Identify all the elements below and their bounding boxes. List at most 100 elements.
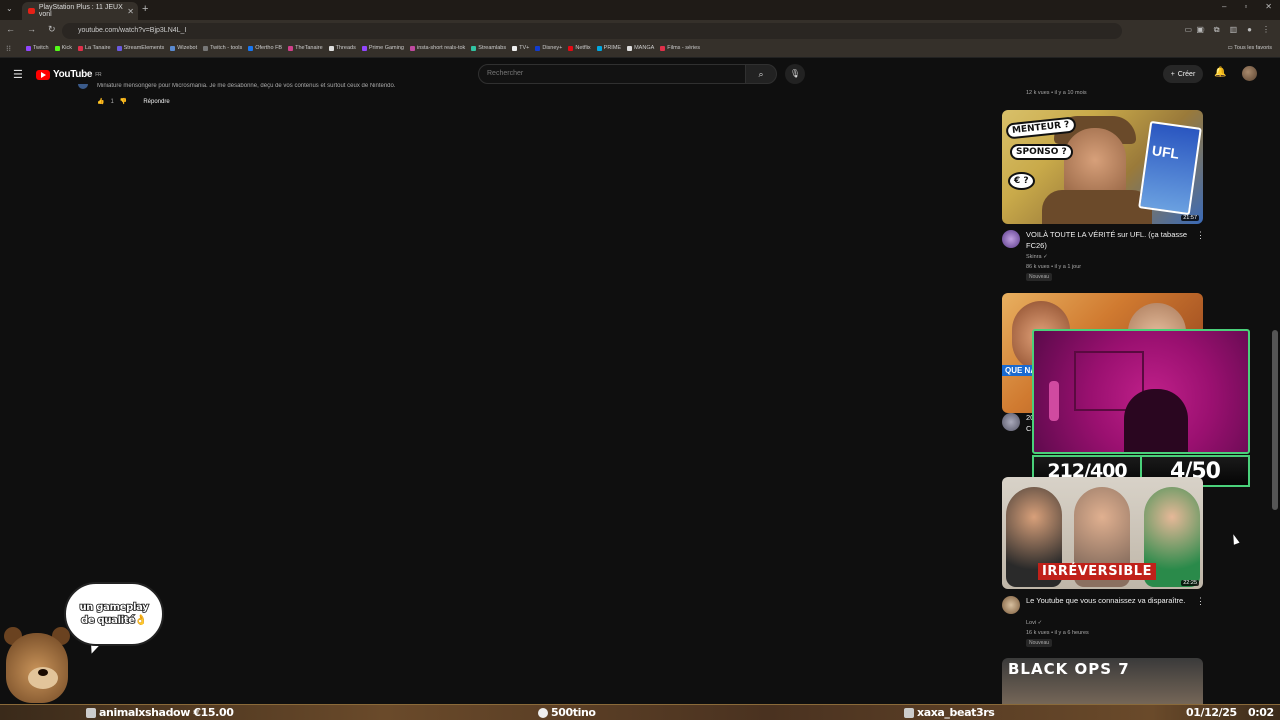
video-duration: 22:25 xyxy=(1181,580,1199,586)
speech-bubble: un gameplay de qualité👌 xyxy=(64,582,164,646)
account-avatar[interactable] xyxy=(1242,66,1257,81)
maximize-icon[interactable]: ▫ xyxy=(1244,2,1247,11)
bear-mascot xyxy=(0,625,72,707)
verified-icon: ✓ xyxy=(1043,254,1048,260)
bookmark-streamlabs[interactable]: Streamlabs xyxy=(471,45,506,51)
thumbnail-bubble: SPONSO ? xyxy=(1010,144,1073,160)
bookmark-twitch-tools[interactable]: Twitch - tools xyxy=(203,45,242,51)
hamburger-menu-icon[interactable]: ☰ xyxy=(13,68,23,81)
latest-sub: xaxa_beat3rs xyxy=(904,706,995,719)
sub-icon xyxy=(904,707,914,718)
donation-icon xyxy=(86,707,96,718)
kebab-menu-icon[interactable]: ⋮ xyxy=(1262,25,1270,35)
bookmark-manga[interactable]: MANGA xyxy=(627,45,654,51)
bookmark-wizebot[interactable]: Wizebot xyxy=(170,45,197,51)
bookmark-films-series[interactable]: Films - séries xyxy=(660,45,700,51)
comment-actions: 👍 1 👎 Répondre xyxy=(97,98,170,106)
bookmark-la-tanaire[interactable]: La Tanaire xyxy=(77,45,111,51)
bookmark-ofertho-fb[interactable]: Ofertho FB xyxy=(248,45,282,51)
mic-icon: 🎙 xyxy=(789,69,801,78)
channel-avatar[interactable] xyxy=(1002,596,1020,614)
stream-ticker: animalxshadow €15.00 500tino xaxa_beat3r… xyxy=(0,704,1280,720)
follow-icon xyxy=(538,707,548,718)
close-window-icon[interactable]: ✕ xyxy=(1265,2,1272,11)
latest-follow: 500tino xyxy=(538,706,596,719)
apps-grid-icon[interactable]: ⁝⁝ xyxy=(6,44,11,53)
notifications-bell-icon[interactable]: 🔔 xyxy=(1214,67,1226,78)
comment-text: Miniature mensongère pour Microsmania. J… xyxy=(97,83,396,89)
ticker-date: 01/12/25 xyxy=(1186,706,1237,719)
bookmark-insta-short[interactable]: insta-short reals-tok xyxy=(409,45,465,51)
sidebar-icon[interactable]: ▥ xyxy=(1230,25,1238,35)
page-scrollbar[interactable] xyxy=(1272,64,1278,704)
like-count: 1 xyxy=(110,98,114,105)
create-button[interactable]: + Créer xyxy=(1163,65,1203,83)
bookmark-disney[interactable]: Disney+ xyxy=(535,45,562,51)
new-tab-icon[interactable]: + xyxy=(142,3,148,15)
minimize-icon[interactable]: – xyxy=(1222,2,1226,11)
profile-icon[interactable]: ● xyxy=(1247,25,1252,35)
thumbnail-bubble: € ? xyxy=(1008,172,1035,190)
video-stats: 16 k vues • il y a 6 heures xyxy=(1026,630,1089,636)
forward-icon[interactable]: → xyxy=(27,24,36,35)
reload-icon[interactable]: ↻ xyxy=(48,24,56,35)
video-title[interactable]: VOILÀ TOUTE LA VÉRITÉ sur UFL. (ça tabas… xyxy=(1026,230,1196,251)
back-icon[interactable]: ← xyxy=(6,24,15,35)
mouse-cursor-icon xyxy=(1230,533,1240,545)
video-stats: 86 k vues • il y a 1 jour xyxy=(1026,264,1082,270)
commenter-avatar[interactable] xyxy=(78,84,88,89)
thumbnail-text: IRRÉVERSIBLE xyxy=(1038,563,1156,580)
bookmark-prime-gaming[interactable]: Prime Gaming xyxy=(361,45,404,51)
new-badge: Nouveau xyxy=(1026,273,1053,281)
install-icon[interactable]: ▭ xyxy=(1185,25,1193,34)
url-field[interactable]: youtube.com/watch?v=Bjp3LN4L_I xyxy=(62,23,1122,39)
youtube-logo[interactable]: YouTube FR xyxy=(36,69,102,80)
tab-search-icon[interactable]: ⌄ xyxy=(6,4,13,13)
browser-tab[interactable]: PlayStation Plus : 11 JEUX vonl ✕ xyxy=(22,2,138,20)
video-duration: 21:57 xyxy=(1181,215,1199,221)
video-more-icon[interactable]: ⋮ xyxy=(1196,230,1205,241)
bookmark-thetanaire[interactable]: TheTanaire xyxy=(288,45,323,51)
streamer-webcam xyxy=(1032,329,1250,454)
reply-button[interactable]: Répondre xyxy=(143,99,169,105)
extension-icon[interactable]: ▣ xyxy=(1196,25,1204,35)
search-input[interactable]: Rechercher xyxy=(478,64,746,84)
puzzle-icon[interactable]: ⧉ xyxy=(1214,25,1220,35)
youtube-favicon-icon xyxy=(28,8,35,14)
channel-avatar[interactable] xyxy=(1002,413,1020,431)
ticker-time: 0:02 xyxy=(1248,706,1274,719)
bookmarks-bar: ⁝⁝ Twitch Kick La Tanaire StreamElements… xyxy=(0,42,1280,58)
like-icon[interactable]: 👍 xyxy=(97,98,104,105)
all-bookmarks-folder[interactable]: ▭ Tous les favoris xyxy=(1227,45,1272,51)
search-button[interactable]: ⌕ xyxy=(745,64,777,84)
video-thumbnail[interactable]: UFL MENTEUR ? SPONSO ? € ? 21:57 xyxy=(1002,110,1203,224)
bubble-line: de qualité👌 xyxy=(80,614,148,627)
address-toolbar: ← → ↻ youtube.com/watch?v=Bjp3LN4L_I ▭ ◌… xyxy=(0,20,1280,42)
close-tab-icon[interactable]: ✕ xyxy=(127,7,134,16)
browser-tab-bar: ⌄ PlayStation Plus : 11 JEUX vonl ✕ + – … xyxy=(0,0,1280,20)
new-badge: Nouveau xyxy=(1026,639,1053,647)
channel-avatar[interactable] xyxy=(1002,230,1020,248)
voice-search-button[interactable]: 🎙 xyxy=(785,64,805,84)
video-stats: 12 k vues • il y a 10 mois xyxy=(1026,90,1087,96)
video-thumbnail[interactable]: BLACK OPS 7 xyxy=(1002,658,1203,708)
video-more-icon[interactable]: ⋮ xyxy=(1196,596,1205,607)
search-icon: ⌕ xyxy=(758,69,764,79)
video-thumbnail[interactable]: IRRÉVERSIBLE 22:25 xyxy=(1002,477,1203,589)
scrollbar-thumb[interactable] xyxy=(1272,330,1278,510)
plus-icon: + xyxy=(1170,70,1175,78)
bookmark-threads[interactable]: Threads xyxy=(328,45,356,51)
bookmark-apple-tv[interactable]: TV+ xyxy=(512,45,529,51)
video-title[interactable]: Le Youtube que vous connaissez va dispar… xyxy=(1026,596,1196,607)
bookmark-netflix[interactable]: Netflix xyxy=(568,45,591,51)
verified-icon: ✓ xyxy=(1037,620,1043,626)
tab-title: PlayStation Plus : 11 JEUX vonl xyxy=(38,4,123,18)
bookmark-kick[interactable]: Kick xyxy=(54,45,72,51)
bookmark-prime[interactable]: PRIME xyxy=(596,45,621,51)
channel-name[interactable]: Skinra ✓ xyxy=(1026,254,1048,260)
bookmark-streamelements[interactable]: StreamElements xyxy=(116,45,164,51)
bookmark-twitch[interactable]: Twitch xyxy=(26,45,49,51)
dislike-icon[interactable]: 👎 xyxy=(120,98,127,105)
channel-name[interactable]: Lovi ✓ xyxy=(1026,620,1042,626)
youtube-play-icon xyxy=(36,69,50,80)
